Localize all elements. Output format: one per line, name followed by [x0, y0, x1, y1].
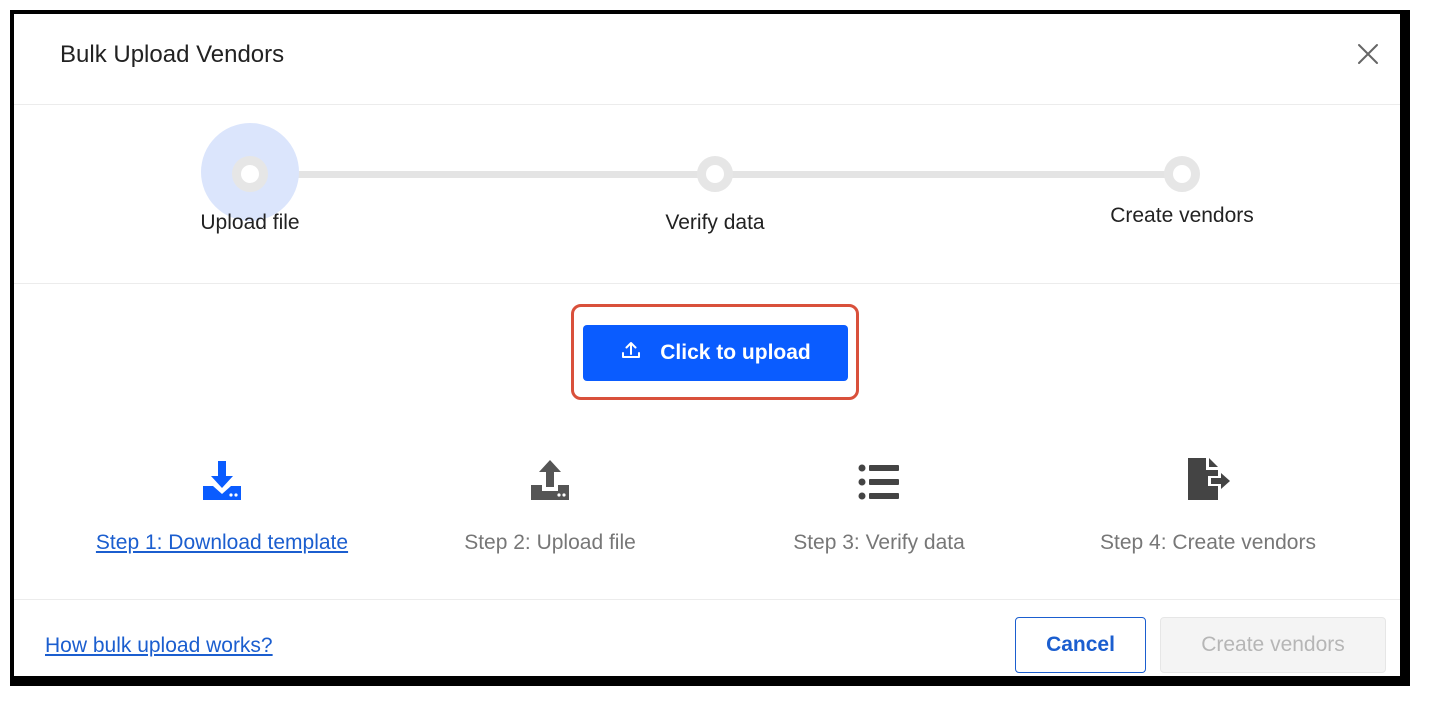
step-node-create-vendors: [1164, 156, 1200, 192]
dialog-title: Bulk Upload Vendors: [60, 41, 285, 68]
how-bulk-upload-works-link[interactable]: How bulk upload works?: [45, 634, 273, 658]
step-node-verify-data: [697, 156, 733, 192]
step-label-upload-file: Upload file: [200, 211, 300, 234]
step-2-label: Step 2: Upload file: [464, 531, 636, 554]
download-tray-icon: [200, 458, 244, 507]
download-template-link[interactable]: Step 1: Download template: [62, 531, 382, 555]
how-step-1: Step 1: Download template: [62, 459, 382, 555]
upload-icon: [620, 339, 660, 367]
step-3-label: Step 3: Verify data: [793, 531, 965, 554]
how-step-2: Step 2: Upload file: [390, 459, 710, 555]
step-node-upload-file: [232, 156, 268, 192]
dialog-header: Bulk Upload Vendors: [14, 14, 1400, 105]
bulk-upload-dialog: Bulk Upload Vendors Upload file Verify d…: [10, 10, 1410, 686]
screenshot-frame: Bulk Upload Vendors Upload file Verify d…: [0, 0, 1434, 711]
cancel-button[interactable]: Cancel: [1015, 617, 1146, 673]
step-label-verify-data: Verify data: [665, 211, 765, 234]
upload-tray-icon: [528, 458, 572, 507]
close-icon[interactable]: [1354, 40, 1382, 68]
dialog-footer: How bulk upload works? Cancel Create ven…: [14, 599, 1400, 680]
how-step-3: Step 3: Verify data: [719, 459, 1039, 555]
create-vendors-button[interactable]: Create vendors: [1160, 617, 1386, 673]
click-to-upload-label: Click to upload: [660, 341, 811, 364]
file-export-icon: [1184, 456, 1232, 507]
how-step-4: Step 4: Create vendors: [1048, 456, 1368, 555]
click-to-upload-button[interactable]: Click to upload: [583, 325, 848, 381]
progress-stepper: Upload file Verify data Create vendors: [14, 105, 1400, 284]
step-label-create-vendors: Create vendors: [1110, 204, 1254, 227]
step-4-label: Step 4: Create vendors: [1100, 531, 1316, 554]
list-icon: [857, 462, 901, 507]
